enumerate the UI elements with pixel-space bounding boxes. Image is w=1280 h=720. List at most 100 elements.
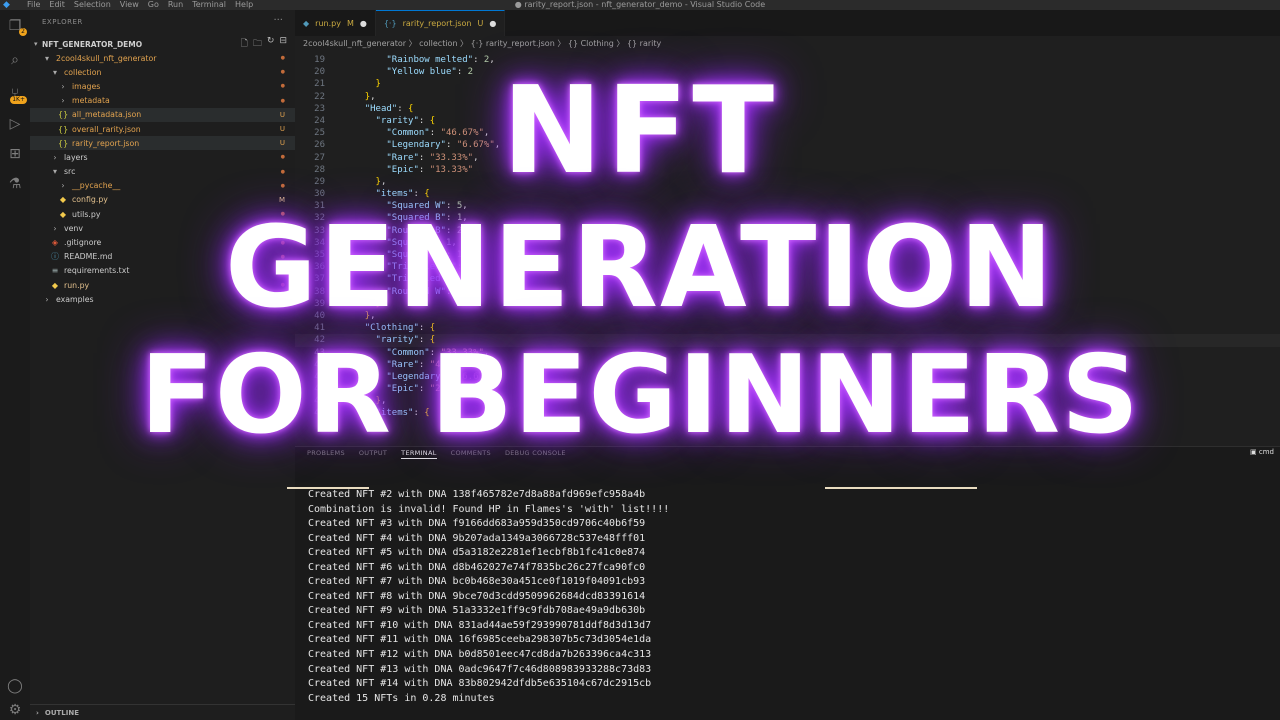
- tree-item-label: 2cool4skull_nft_generator: [56, 53, 157, 63]
- code-line[interactable]: 22 },: [295, 91, 1280, 103]
- menu-terminal[interactable]: Terminal: [192, 0, 226, 10]
- code-line[interactable]: 47 },: [295, 395, 1280, 407]
- code-line[interactable]: 29 },: [295, 176, 1280, 188]
- line-number: 21: [314, 79, 325, 90]
- menu-view[interactable]: View: [120, 0, 139, 10]
- line-number: 40: [314, 310, 325, 321]
- tree-item[interactable]: ◆ config.py M: [30, 193, 295, 207]
- breadcrumb[interactable]: 2cool4skull_nft_generator 〉 collection 〉…: [303, 38, 661, 49]
- panel-tab-comments[interactable]: COMMENTS: [451, 447, 491, 459]
- code-line[interactable]: 36 "Triangled W": 1,: [295, 261, 1280, 273]
- code-view[interactable]: 19 "Rainbow melted": 2, 20 "Yellow blue":…: [295, 54, 1280, 420]
- outline-section[interactable]: › OUTLINE: [30, 704, 295, 720]
- panel-tab-debug-console[interactable]: DEBUG CONSOLE: [505, 447, 566, 459]
- code-line[interactable]: 21 }: [295, 78, 1280, 90]
- code-line[interactable]: 43 "Common": "33.33%",: [295, 347, 1280, 359]
- collapse-all-icon[interactable]: ⊟: [279, 36, 287, 52]
- code-line[interactable]: 28 "Epic": "13.33%": [295, 164, 1280, 176]
- code-line[interactable]: 34 "Squared": 1,: [295, 237, 1280, 249]
- menu-go[interactable]: Go: [148, 0, 159, 10]
- code-line[interactable]: 19 "Rainbow melted": 2,: [295, 54, 1280, 66]
- code-line[interactable]: 39 }: [295, 298, 1280, 310]
- editor-tab[interactable]: {·} rarity_report.json U ●: [375, 10, 506, 36]
- code-line[interactable]: 23 "Head": {: [295, 103, 1280, 115]
- tree-item[interactable]: ◆ utils.py ●: [30, 207, 295, 221]
- tree-item[interactable]: ≡ requirements.txt ●: [30, 264, 295, 278]
- tree-item-label: collection: [64, 67, 102, 77]
- code-line[interactable]: 42 "rarity": {: [295, 334, 1280, 347]
- code-line[interactable]: 38 "Rounded W": 1: [295, 286, 1280, 298]
- terminal-output[interactable]: Created NFT #2 with DNA 138f465782e7d8a8…: [308, 488, 669, 706]
- more-actions-icon[interactable]: ···: [273, 15, 283, 26]
- code-text: "Epic": "20%": [386, 384, 457, 395]
- close-icon[interactable]: ●: [360, 19, 367, 28]
- terminal-line: Created NFT #14 with DNA 83b802942dfdb5e…: [308, 678, 652, 690]
- menu-run[interactable]: Run: [168, 0, 183, 10]
- panel-tab-output[interactable]: OUTPUT: [359, 447, 387, 459]
- code-line[interactable]: 44 "Rare": "40%",: [295, 359, 1280, 371]
- refresh-icon[interactable]: ↻: [267, 36, 275, 52]
- tree-item[interactable]: {} overall_rarity.json U: [30, 122, 295, 136]
- tree-item[interactable]: › venv ●: [30, 221, 295, 235]
- panel-tab-problems[interactable]: PROBLEMS: [307, 447, 345, 459]
- code-line[interactable]: 32 "Squared B": 1,: [295, 212, 1280, 224]
- modified-dot-icon: ●: [280, 55, 285, 62]
- tree-item[interactable]: › examples ●: [30, 292, 295, 306]
- settings-gear-icon[interactable]: ⚙: [5, 700, 25, 720]
- new-file-icon[interactable]: 🗋: [241, 36, 248, 52]
- code-line[interactable]: 24 "rarity": {: [295, 115, 1280, 127]
- source-control-icon[interactable]: ⑂ 1K+: [5, 84, 27, 104]
- code-line[interactable]: 30 "items": {: [295, 188, 1280, 200]
- unsaved-dot-icon[interactable]: ●: [489, 19, 496, 28]
- search-icon[interactable]: ⌕: [5, 50, 25, 70]
- code-line[interactable]: 40 },: [295, 310, 1280, 322]
- run-debug-icon[interactable]: ▷: [5, 114, 25, 134]
- python-file-icon: ◆: [59, 195, 67, 205]
- extensions-icon[interactable]: ⊞: [5, 144, 25, 164]
- explorer-icon[interactable]: ❐ 2: [5, 16, 27, 36]
- tree-item[interactable]: ⓘ README.md ●: [30, 250, 295, 264]
- code-line[interactable]: 33 "Rounded B": 2,: [295, 225, 1280, 237]
- account-icon[interactable]: ◯: [5, 676, 25, 696]
- tree-item[interactable]: ◈ .gitignore ●: [30, 235, 295, 249]
- tree-item-label: examples: [56, 294, 94, 304]
- code-line[interactable]: 48 "items": {: [295, 407, 1280, 419]
- tree-item[interactable]: {} rarity_report.json U: [30, 136, 295, 151]
- bottom-panel: PROBLEMS OUTPUT TERMINAL COMMENTS DEBUG CONS…: [287, 446, 1280, 720]
- menu-selection[interactable]: Selection: [74, 0, 111, 10]
- panel-tab-terminal[interactable]: TERMINAL: [401, 447, 437, 459]
- terminal-instance[interactable]: ▣ cmd: [1250, 448, 1274, 456]
- new-folder-icon[interactable]: 🗀: [253, 36, 262, 52]
- code-text: "items": {: [375, 408, 430, 419]
- terminal-line: Created NFT #12 with DNA b0d8501eec47cd8…: [308, 649, 652, 661]
- code-text: "Rare": "40%",: [386, 359, 463, 370]
- code-line[interactable]: 45 "Legendary": "6.67%",: [295, 371, 1280, 383]
- vscode-logo-icon: ◆: [3, 0, 10, 10]
- tree-item[interactable]: ▾ collection ●: [30, 65, 295, 79]
- code-text: }: [375, 298, 381, 309]
- code-line[interactable]: 46 "Epic": "20%": [295, 383, 1280, 395]
- code-line[interactable]: 31 "Squared W": 5,: [295, 200, 1280, 212]
- code-text: },: [364, 91, 376, 102]
- tree-item[interactable]: ◆ run.py ●: [30, 278, 295, 292]
- code-line[interactable]: 27 "Rare": "33.33%",: [295, 152, 1280, 164]
- editor-tab[interactable]: ◆ run.py M ●: [295, 10, 376, 36]
- tree-item[interactable]: › layers ●: [30, 150, 295, 164]
- tree-item-label: config.py: [72, 195, 108, 205]
- tree-item[interactable]: › __pycache__ ●: [30, 179, 295, 193]
- code-line[interactable]: 25 "Common": "46.67%",: [295, 127, 1280, 139]
- tree-item[interactable]: ▾ 2cool4skull_nft_generator ●: [30, 51, 295, 65]
- code-line[interactable]: 35 "Squared B": 1,: [295, 249, 1280, 261]
- tree-item[interactable]: › metadata ●: [30, 94, 295, 108]
- menu-help[interactable]: Help: [235, 0, 253, 10]
- code-line[interactable]: 26 "Legendary": "6.67%",: [295, 139, 1280, 151]
- code-line[interactable]: 37 "Triangled B": 1,: [295, 273, 1280, 285]
- menu-file[interactable]: File: [27, 0, 40, 10]
- testing-icon[interactable]: ⚗: [5, 174, 25, 194]
- code-line[interactable]: 41 "Clothing": {: [295, 322, 1280, 334]
- tree-item[interactable]: {} all_metadata.json U: [30, 107, 295, 122]
- tree-item[interactable]: › images ●: [30, 79, 295, 93]
- code-line[interactable]: 20 "Yellow blue": 2: [295, 66, 1280, 78]
- tree-item[interactable]: ▾ src ●: [30, 165, 295, 179]
- menu-edit[interactable]: Edit: [49, 0, 65, 10]
